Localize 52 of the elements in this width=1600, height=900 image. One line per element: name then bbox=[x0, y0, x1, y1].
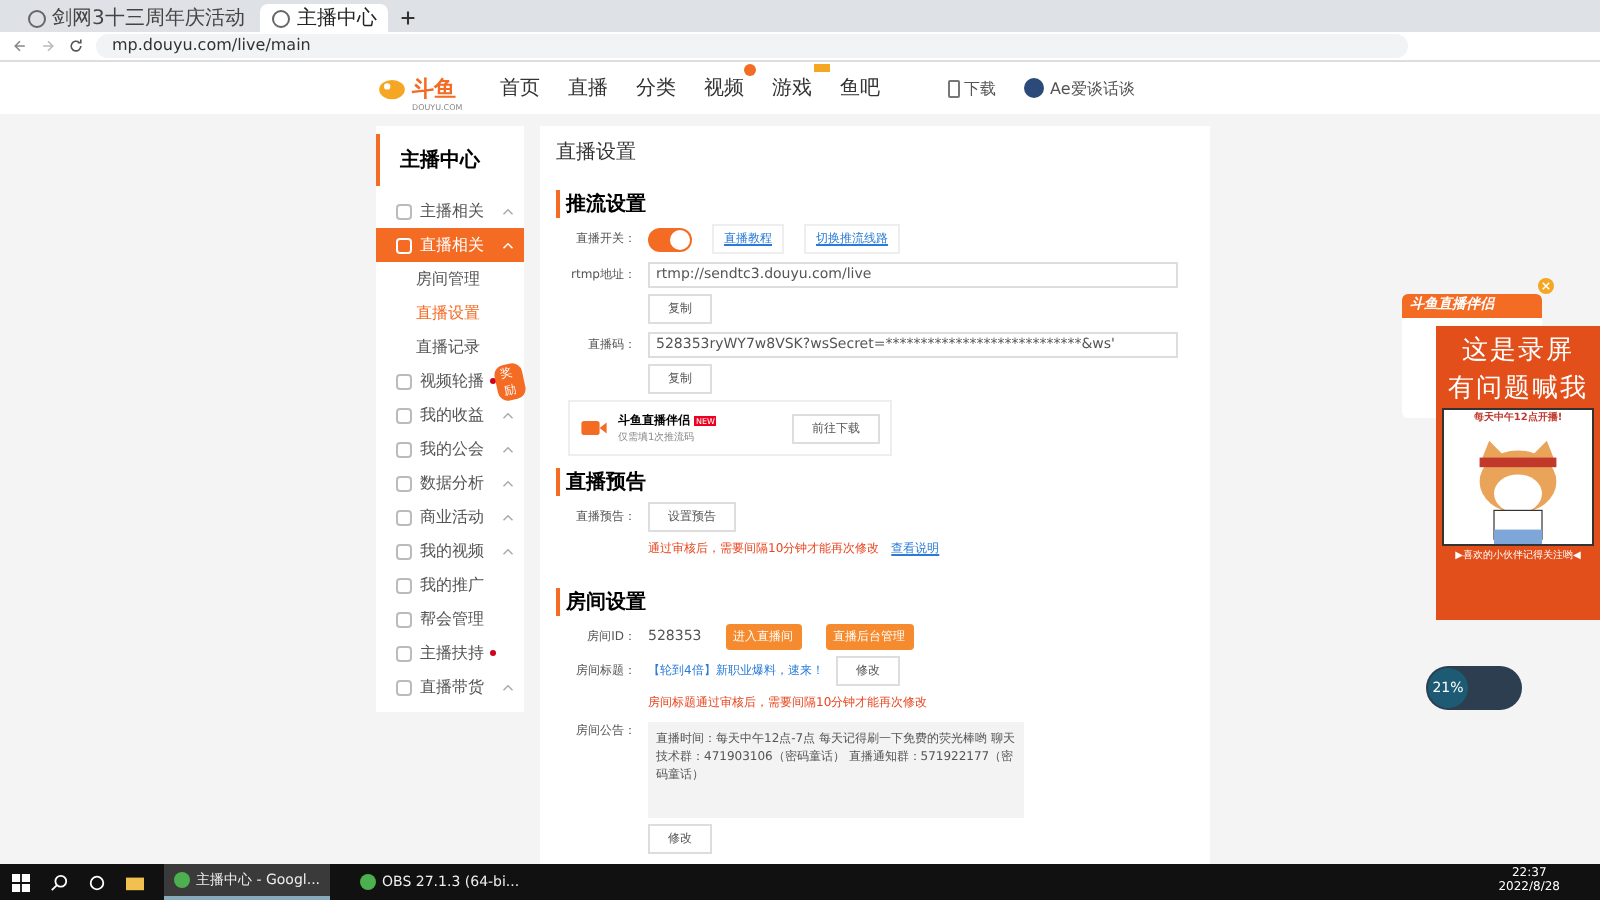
sidebar-subitem[interactable]: 房间管理 bbox=[376, 262, 524, 296]
caret-icon[interactable] bbox=[502, 445, 514, 453]
page-title: 直播设置 bbox=[556, 139, 638, 168]
nav-link[interactable]: 游戏 bbox=[772, 74, 812, 102]
section-heading: 直播预告 bbox=[556, 468, 1194, 496]
section-heading: 推流设置 bbox=[556, 190, 1194, 218]
sidebar-item[interactable]: 直播带货 bbox=[376, 670, 524, 704]
caret-icon[interactable] bbox=[502, 411, 514, 419]
nav-link[interactable]: 直播 bbox=[568, 74, 608, 102]
caret-icon[interactable] bbox=[502, 547, 514, 555]
sidebar-item[interactable]: 主播扶持 bbox=[376, 636, 524, 670]
browser-tab[interactable]: 剑网3十三周年庆活动 bbox=[16, 4, 257, 32]
sidebar-item[interactable]: 我的视频 bbox=[376, 534, 524, 568]
sidebar-item[interactable]: 主播相关 bbox=[376, 194, 524, 228]
app-icon bbox=[174, 872, 190, 888]
back-icon[interactable] bbox=[12, 38, 28, 54]
nav-link[interactable]: 视频 bbox=[704, 74, 744, 102]
folder-icon[interactable] bbox=[126, 873, 144, 891]
nav-link[interactable]: 鱼吧 bbox=[840, 74, 880, 102]
close-icon[interactable] bbox=[1538, 278, 1554, 294]
sidebar-title: 主播中心 bbox=[376, 134, 524, 186]
browser-tab[interactable]: 主播中心 bbox=[260, 4, 389, 32]
sidebar-item[interactable]: 商业活动 bbox=[376, 500, 524, 534]
download-link[interactable]: 下载 bbox=[948, 77, 996, 99]
sidebar-item[interactable]: 我的推广 bbox=[376, 568, 524, 602]
user-menu[interactable]: Ae爱谈话谈 bbox=[1024, 77, 1135, 99]
caret-icon[interactable] bbox=[502, 207, 514, 215]
section-heading: 房间设置 bbox=[556, 588, 1194, 616]
sidebar-item[interactable]: 我的公会 bbox=[376, 432, 524, 466]
nav-link[interactable]: 首页 bbox=[500, 74, 540, 102]
forward-icon[interactable] bbox=[40, 38, 56, 54]
camera-icon bbox=[580, 418, 608, 438]
caret-icon[interactable] bbox=[502, 683, 514, 691]
ad-headline: 有问题喊我 bbox=[1448, 372, 1588, 406]
ad-headline: 这是录屏 bbox=[1462, 334, 1574, 368]
caret-icon[interactable] bbox=[502, 513, 514, 521]
address-bar[interactable]: mp.douyu.com/live/main bbox=[96, 34, 1408, 58]
app-icon bbox=[360, 874, 377, 890]
search-icon[interactable] bbox=[50, 873, 68, 891]
caret-icon[interactable] bbox=[502, 479, 514, 487]
sidebar-item[interactable]: 数据分析 bbox=[376, 466, 524, 500]
avatar-icon bbox=[1024, 78, 1044, 98]
reload-icon[interactable] bbox=[68, 38, 84, 54]
nav-link[interactable]: 分类 bbox=[636, 74, 676, 102]
sidebar-subitem[interactable]: 直播记录 bbox=[376, 330, 524, 364]
sidebar-item[interactable]: 我的收益 bbox=[376, 398, 524, 432]
sidebar-item[interactable]: 帮会管理 bbox=[376, 602, 524, 636]
new-tab-icon[interactable] bbox=[400, 10, 417, 26]
windows-icon[interactable] bbox=[12, 873, 30, 891]
live-switch[interactable] bbox=[648, 227, 692, 251]
phone-icon bbox=[948, 79, 960, 97]
logo-text: 斗鱼 bbox=[412, 73, 456, 103]
